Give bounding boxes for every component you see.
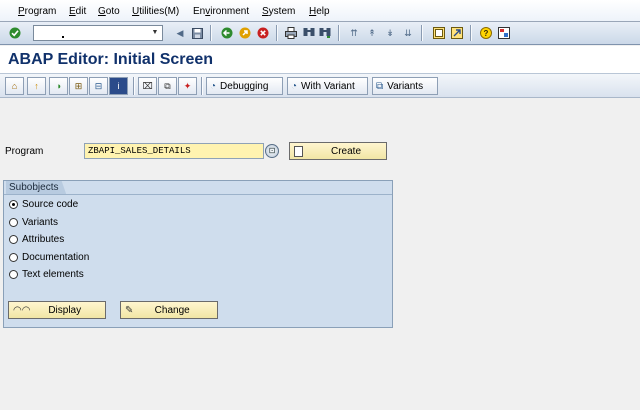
check-icon[interactable]: ◑ xyxy=(49,77,68,95)
command-field-cursor xyxy=(62,36,64,38)
exit-icon[interactable] xyxy=(238,26,252,40)
prev-page-icon[interactable]: ↟ xyxy=(365,26,379,40)
menu-system[interactable]: System xyxy=(262,6,295,17)
separator xyxy=(470,25,471,41)
hierarchy-icon[interactable]: ⊞ xyxy=(69,77,88,95)
menu-mnemonic: S xyxy=(262,6,269,17)
radio-button-selected[interactable] xyxy=(9,200,18,209)
customize-layout-icon[interactable] xyxy=(497,26,511,40)
variants-button-label: Variants xyxy=(387,80,424,92)
radio-label: Variants xyxy=(22,217,58,228)
radio-button[interactable] xyxy=(9,218,18,227)
radio-label: Text elements xyxy=(22,269,84,280)
display-button-label: Display xyxy=(48,304,82,316)
other-object-icon[interactable]: ⌂ xyxy=(5,77,24,95)
page-title: ABAP Editor: Initial Screen xyxy=(8,51,214,68)
shortcut-icon[interactable] xyxy=(450,26,464,40)
back-icon[interactable]: ◀ xyxy=(173,26,187,40)
find-next-icon[interactable] xyxy=(318,26,332,40)
print-icon[interactable] xyxy=(284,26,298,40)
program-label: Program xyxy=(5,146,44,157)
new-document-icon xyxy=(294,145,303,157)
separator xyxy=(201,77,202,95)
create-session-icon[interactable] xyxy=(432,26,446,40)
menu-edit[interactable]: Edit xyxy=(69,6,86,17)
back-arrow-icon[interactable] xyxy=(220,26,234,40)
display-button[interactable]: ◠◠ Display xyxy=(8,301,106,319)
rename-icon[interactable]: ✦ xyxy=(178,77,197,95)
menu-mnemonic: U xyxy=(132,6,140,17)
with-variant-button[interactable]: ◔ With Variant xyxy=(287,77,368,95)
change-button[interactable]: ✎ Change xyxy=(120,301,218,319)
with-variant-button-label: With Variant xyxy=(301,80,355,92)
separator xyxy=(210,25,211,41)
application-toolbar: ⌂ ↑ ◑ ⊞ ⊟ i ⌧ ⧉ ✦ ◔ Debugging ◔ With Var… xyxy=(0,74,640,98)
radio-source-code[interactable]: Source code xyxy=(9,199,78,210)
menu-goto[interactable]: Goto xyxy=(98,6,120,17)
delete-icon[interactable]: ⌧ xyxy=(138,77,157,95)
command-field[interactable]: ▼ xyxy=(33,25,163,41)
menu-environment[interactable]: Environment xyxy=(193,6,249,17)
menu-bar: Program Edit Goto Utilities(M) Environme… xyxy=(0,0,640,22)
radio-button[interactable] xyxy=(9,270,18,279)
help-icon[interactable]: ? xyxy=(479,26,493,40)
separator xyxy=(133,77,134,95)
program-input[interactable]: ZBAPI_SALES_DETAILS xyxy=(84,143,264,159)
menu-mnemonic: H xyxy=(309,6,317,17)
radio-variants[interactable]: Variants xyxy=(9,217,58,228)
radio-attributes[interactable]: Attributes xyxy=(9,234,64,245)
value-help-icon[interactable]: ⊡ xyxy=(265,144,279,158)
menu-mnemonic: G xyxy=(98,6,106,17)
activate-icon[interactable]: ⊟ xyxy=(89,77,108,95)
title-bar: ABAP Editor: Initial Screen xyxy=(0,46,640,74)
radio-documentation[interactable]: Documentation xyxy=(9,252,89,263)
command-dropdown-icon[interactable]: ▼ xyxy=(150,28,160,38)
enter-icon[interactable] xyxy=(8,26,22,40)
debugging-button[interactable]: ◔ Debugging xyxy=(206,77,283,95)
variants-icon: ⧉ xyxy=(376,80,384,92)
copy-icon[interactable]: ⧉ xyxy=(158,77,177,95)
save-icon[interactable] xyxy=(190,26,204,40)
menu-help[interactable]: Help xyxy=(309,6,330,17)
radio-label: Source code xyxy=(22,199,79,210)
where-used-icon[interactable]: ↑ xyxy=(27,77,46,95)
first-page-icon[interactable]: ⇈ xyxy=(347,26,361,40)
create-button-label: Create xyxy=(331,145,362,157)
find-icon[interactable] xyxy=(302,26,316,40)
next-page-icon[interactable]: ↡ xyxy=(383,26,397,40)
radio-text-elements[interactable]: Text elements xyxy=(9,269,84,280)
cancel-icon[interactable] xyxy=(256,26,270,40)
menu-program[interactable]: Program xyxy=(18,6,56,17)
debugging-button-label: Debugging xyxy=(220,80,269,92)
radio-label: Attributes xyxy=(22,234,65,245)
menu-mnemonic: E xyxy=(69,6,76,17)
variants-button[interactable]: ⧉ Variants xyxy=(372,77,438,95)
system-toolbar: ▼ ◀ ⇈ ↟ ↡ ⇊ ? xyxy=(0,22,640,45)
separator xyxy=(276,25,277,41)
radio-button[interactable] xyxy=(9,235,18,244)
change-button-label: Change xyxy=(154,304,190,316)
subobjects-title: Subobjects xyxy=(6,181,67,195)
menu-utilities[interactable]: Utilities(M) xyxy=(132,6,179,17)
radio-button[interactable] xyxy=(9,253,18,262)
info-icon[interactable]: i xyxy=(109,77,128,95)
clock-icon: ◔ xyxy=(210,80,217,92)
pencil-icon: ✎ xyxy=(125,304,134,316)
separator xyxy=(338,25,339,41)
subobjects-group: Subobjects Source code Variants Attribut… xyxy=(3,180,393,328)
create-button[interactable]: Create xyxy=(289,142,387,160)
glasses-icon: ◠◠ xyxy=(13,304,31,316)
svg-text:?: ? xyxy=(484,29,489,38)
radio-label: Documentation xyxy=(22,252,90,263)
menu-mnemonic: P xyxy=(18,6,25,17)
last-page-icon[interactable]: ⇊ xyxy=(401,26,415,40)
menu-mnemonic: v xyxy=(205,6,211,17)
clock-icon: ◔ xyxy=(291,80,298,92)
group-divider xyxy=(4,194,392,195)
separator xyxy=(421,25,422,41)
